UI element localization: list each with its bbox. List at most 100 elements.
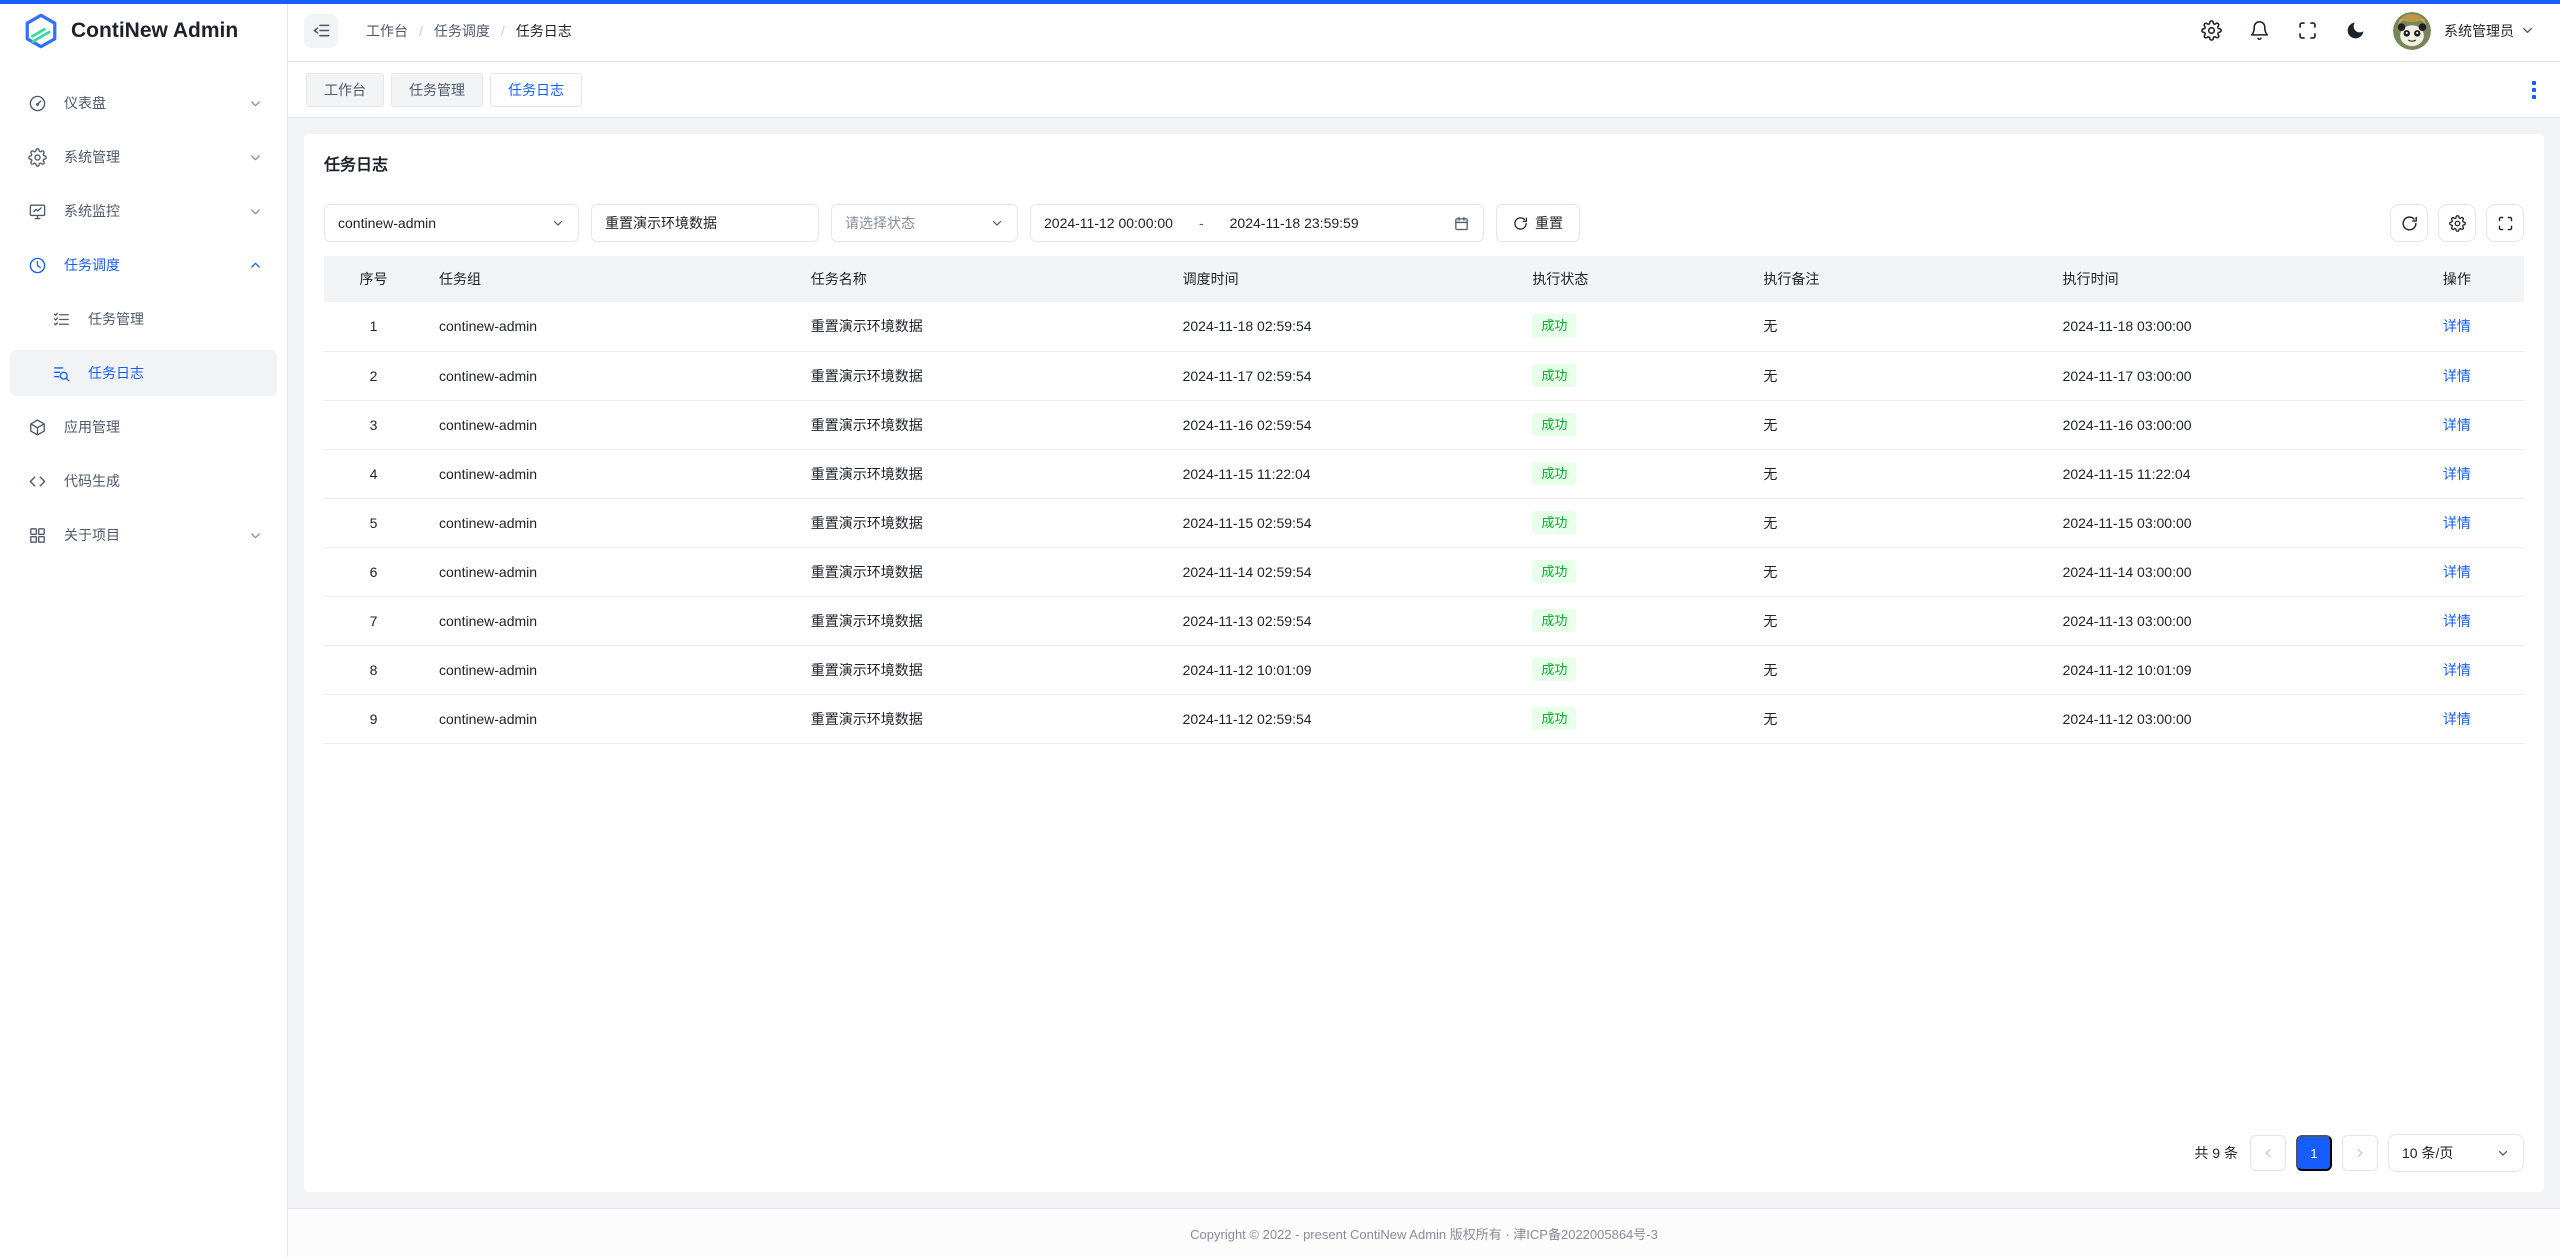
refresh-table-button[interactable]	[2390, 204, 2428, 242]
page-title: 任务日志	[324, 151, 2524, 175]
tab-workbench[interactable]: 工作台	[306, 73, 384, 107]
chevron-up-icon	[248, 258, 263, 273]
cell-schedule-time: 2024-11-15 02:59:54	[1167, 498, 1517, 547]
detail-link[interactable]: 详情	[2443, 711, 2471, 727]
tab-bar: 工作台 任务管理 任务日志	[288, 62, 2560, 118]
table-row: 5 continew-admin 重置演示环境数据 2024-11-15 02:…	[324, 498, 2524, 547]
logo-hexagon-icon	[22, 12, 60, 50]
table-row: 1 continew-admin 重置演示环境数据 2024-11-18 02:…	[324, 302, 2524, 351]
column-header-group: 任务组	[423, 256, 795, 302]
column-header-name: 任务名称	[795, 256, 1167, 302]
cell-group: continew-admin	[423, 302, 795, 351]
table-row: 3 continew-admin 重置演示环境数据 2024-11-16 02:…	[324, 400, 2524, 449]
sidebar-item-task-log[interactable]: 任务日志	[10, 350, 277, 396]
clock-icon	[28, 256, 47, 275]
cell-no: 2	[324, 351, 423, 400]
cell-no: 1	[324, 302, 423, 351]
log-search-icon	[52, 364, 71, 383]
detail-link[interactable]: 详情	[2443, 466, 2471, 482]
cell-schedule-time: 2024-11-18 02:59:54	[1167, 302, 1517, 351]
gear-icon	[2201, 20, 2222, 41]
column-header-actions: 操作	[2390, 256, 2524, 302]
sidebar-collapse-button[interactable]	[304, 14, 338, 48]
moon-icon	[2345, 20, 2366, 41]
sidebar-item-about-project[interactable]: 关于项目	[10, 512, 277, 558]
user-menu[interactable]: 系统管理员	[2444, 21, 2534, 41]
column-header-exec-time: 执行时间	[2047, 256, 2390, 302]
breadcrumb-current: 任务日志	[516, 21, 572, 41]
code-icon	[28, 472, 47, 491]
breadcrumb-separator: /	[419, 23, 423, 39]
cell-actions: 详情	[2390, 400, 2524, 449]
cell-status: 成功	[1516, 302, 1747, 351]
detail-link[interactable]: 详情	[2443, 515, 2471, 531]
theme-toggle-button[interactable]	[2345, 20, 2366, 41]
sidebar: ContiNew Admin 仪表盘 系统管理 系统监控 任务调度 任务管理	[0, 0, 288, 1257]
tab-task-management[interactable]: 任务管理	[391, 73, 483, 107]
detail-link[interactable]: 详情	[2443, 417, 2471, 433]
date-range-start: 2024-11-12 00:00:00	[1044, 215, 1173, 231]
cell-status: 成功	[1516, 351, 1747, 400]
detail-link[interactable]: 详情	[2443, 564, 2471, 580]
task-name-input[interactable]	[591, 204, 819, 242]
cell-name: 重置演示环境数据	[795, 547, 1167, 596]
settings-button[interactable]	[2201, 20, 2222, 41]
grid-icon	[28, 526, 47, 545]
date-range-picker[interactable]: 2024-11-12 00:00:00 - 2024-11-18 23:59:5…	[1030, 204, 1484, 242]
fullscreen-button[interactable]	[2297, 20, 2318, 41]
cell-actions: 详情	[2390, 596, 2524, 645]
gear-icon	[2449, 215, 2466, 232]
detail-link[interactable]: 详情	[2443, 662, 2471, 678]
breadcrumb-item[interactable]: 工作台	[366, 21, 408, 41]
sidebar-item-code-generation[interactable]: 代码生成	[10, 458, 277, 504]
column-header-remark: 执行备注	[1747, 256, 2046, 302]
cell-no: 3	[324, 400, 423, 449]
next-page-button[interactable]	[2342, 1135, 2378, 1171]
detail-link[interactable]: 详情	[2443, 613, 2471, 629]
status-select[interactable]: 请选择状态	[831, 204, 1018, 242]
table-fullscreen-button[interactable]	[2486, 204, 2524, 242]
fullscreen-icon	[2297, 20, 2318, 41]
column-settings-button[interactable]	[2438, 204, 2476, 242]
table-header-row: 序号 任务组 任务名称 调度时间 执行状态 执行备注 执行时间 操作	[324, 256, 2524, 302]
previous-page-button[interactable]	[2250, 1135, 2286, 1171]
breadcrumb-item[interactable]: 任务调度	[434, 21, 490, 41]
cell-no: 6	[324, 547, 423, 596]
app-logo[interactable]: ContiNew Admin	[0, 0, 287, 62]
app-title: ContiNew Admin	[71, 19, 238, 43]
sidebar-item-task-scheduling[interactable]: 任务调度	[10, 242, 277, 288]
column-header-schedule-time: 调度时间	[1167, 256, 1517, 302]
sidebar-item-app-management[interactable]: 应用管理	[10, 404, 277, 450]
notifications-button[interactable]	[2249, 20, 2270, 41]
cell-schedule-time: 2024-11-12 10:01:09	[1167, 645, 1517, 694]
detail-link[interactable]: 详情	[2443, 368, 2471, 384]
tab-task-log[interactable]: 任务日志	[490, 73, 582, 107]
reset-button[interactable]: 重置	[1496, 204, 1580, 242]
cell-group: continew-admin	[423, 547, 795, 596]
status-badge: 成功	[1532, 413, 1576, 437]
page-size-select[interactable]: 10 条/页	[2388, 1134, 2524, 1172]
chevron-left-icon	[2261, 1146, 2275, 1160]
cell-name: 重置演示环境数据	[795, 498, 1167, 547]
cell-group: continew-admin	[423, 400, 795, 449]
sidebar-item-system-management[interactable]: 系统管理	[10, 134, 277, 180]
chevron-down-icon	[551, 216, 565, 230]
current-page-button[interactable]: 1	[2296, 1135, 2332, 1171]
cell-schedule-time: 2024-11-15 11:22:04	[1167, 449, 1517, 498]
cell-schedule-time: 2024-11-16 02:59:54	[1167, 400, 1517, 449]
cell-exec-time: 2024-11-12 10:01:09	[2047, 645, 2390, 694]
sidebar-item-dashboard[interactable]: 仪表盘	[10, 80, 277, 126]
detail-link[interactable]: 详情	[2443, 318, 2471, 334]
cell-schedule-time: 2024-11-14 02:59:54	[1167, 547, 1517, 596]
sidebar-item-system-monitor[interactable]: 系统监控	[10, 188, 277, 234]
sidebar-item-task-management[interactable]: 任务管理	[10, 296, 277, 342]
fullscreen-icon	[2497, 215, 2514, 232]
task-group-select[interactable]: continew-admin	[324, 204, 579, 242]
avatar[interactable]	[2393, 12, 2431, 50]
table-row: 8 continew-admin 重置演示环境数据 2024-11-12 10:…	[324, 645, 2524, 694]
cell-group: continew-admin	[423, 645, 795, 694]
cell-actions: 详情	[2390, 547, 2524, 596]
cell-status: 成功	[1516, 694, 1747, 743]
tab-actions-menu-icon[interactable]	[2526, 75, 2542, 105]
cell-exec-time: 2024-11-14 03:00:00	[2047, 547, 2390, 596]
